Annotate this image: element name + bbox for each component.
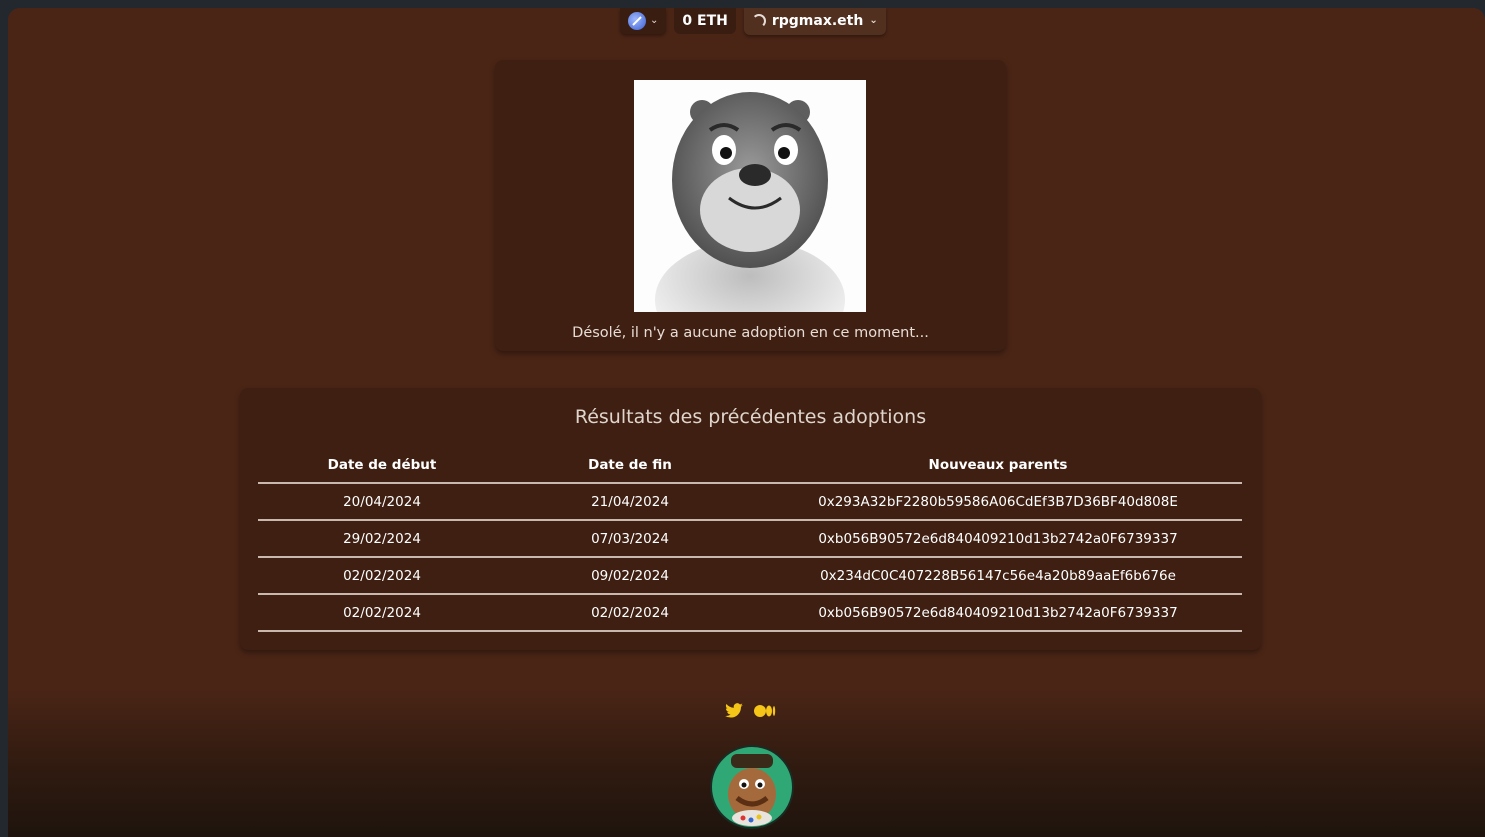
medium-icon[interactable] (754, 703, 776, 719)
network-icon (628, 12, 646, 30)
network-selector-button[interactable]: ⌄ (620, 8, 667, 34)
table-row: 20/04/2024 21/04/2024 0x293A32bF2280b595… (258, 483, 1242, 521)
column-header-end-date: Date de fin (506, 448, 754, 484)
results-table: Date de début Date de fin Nouveaux paren… (258, 448, 1242, 632)
new-parents-cell: 0x293A32bF2280b59586A06CdEf3B7D36BF40d80… (754, 483, 1242, 521)
end-date-cell: 07/03/2024 (506, 520, 754, 558)
table-row: 02/02/2024 09/02/2024 0x234dC0C407228B56… (258, 557, 1242, 595)
results-panel: Résultats des précédentes adoptions Date… (240, 388, 1261, 650)
column-header-start-date: Date de début (258, 448, 506, 484)
new-parents-cell: 0xb056B90572e6d840409210d13b2742a0F67393… (754, 594, 1242, 632)
marmot-image (634, 80, 866, 360)
start-date-cell: 20/04/2024 (258, 483, 506, 521)
wallet-bar: ⌄ 0 ETH rpgmax.eth ⌄ (620, 8, 886, 35)
end-date-cell: 02/02/2024 (506, 594, 754, 632)
adoption-card: Désolé, il n'y a aucune adoption en ce m… (495, 60, 1006, 360)
new-parents-cell: 0xb056B90572e6d840409210d13b2742a0F67393… (754, 520, 1242, 558)
beaver-mascot-logo[interactable] (709, 744, 795, 830)
twitter-icon[interactable] (724, 703, 744, 719)
end-date-cell: 09/02/2024 (506, 557, 754, 595)
results-title: Résultats des précédentes adoptions (574, 406, 927, 428)
no-adoption-message: Désolé, il n'y a aucune adoption en ce m… (572, 325, 929, 341)
loading-spinner-icon (751, 14, 766, 28)
app-page: ⌄ 0 ETH rpgmax.eth ⌄ Désolé, il n'y a au… (8, 8, 1485, 837)
column-header-new-parents: Nouveaux parents (754, 448, 1242, 484)
social-links (724, 703, 776, 719)
start-date-cell: 29/02/2024 (258, 520, 506, 558)
account-button[interactable]: rpgmax.eth ⌄ (743, 8, 886, 35)
table-row: 29/02/2024 07/03/2024 0xb056B90572e6d840… (258, 520, 1242, 558)
account-name: rpgmax.eth (771, 13, 864, 29)
eth-balance: 0 ETH (674, 8, 736, 34)
start-date-cell: 02/02/2024 (258, 594, 506, 632)
table-row: 02/02/2024 02/02/2024 0xb056B90572e6d840… (258, 594, 1242, 632)
table-header-row: Date de début Date de fin Nouveaux paren… (258, 448, 1242, 484)
chevron-down-icon: ⌄ (650, 15, 659, 26)
end-date-cell: 21/04/2024 (506, 483, 754, 521)
chevron-down-icon: ⌄ (869, 15, 878, 26)
start-date-cell: 02/02/2024 (258, 557, 506, 595)
new-parents-cell: 0x234dC0C407228B56147c56e4a20b89aaEf6b67… (754, 557, 1242, 595)
